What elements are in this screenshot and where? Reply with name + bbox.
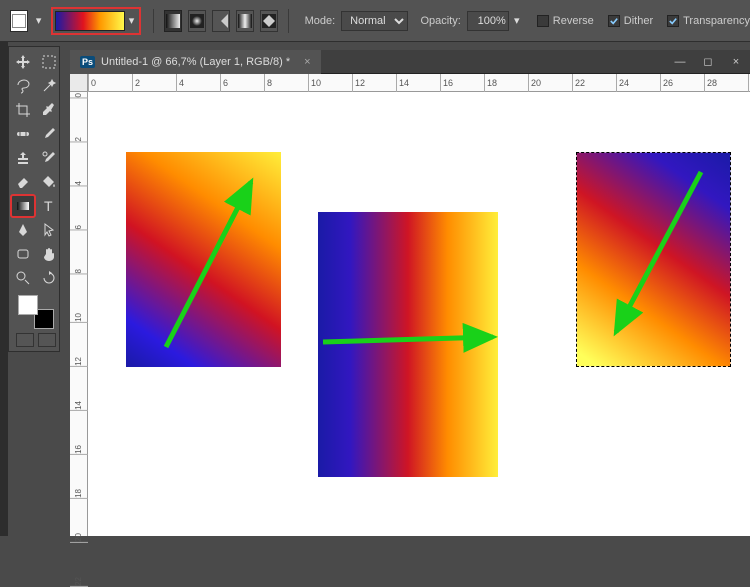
gradient-picker-chevron[interactable]: ▾ <box>125 11 137 31</box>
gradient-picker[interactable] <box>55 11 125 31</box>
ruler-tick: 10 <box>70 312 88 323</box>
divider <box>153 9 154 33</box>
ruler-tick: 26 <box>660 74 673 92</box>
document-canvas[interactable] <box>88 92 750 536</box>
ruler-tick: 12 <box>352 74 365 92</box>
type-tool[interactable]: T <box>37 195 61 217</box>
quickmask-toggle[interactable] <box>16 333 34 347</box>
ruler-tick: 14 <box>70 400 88 411</box>
close-tab-icon[interactable]: × <box>304 56 310 68</box>
pen-tool[interactable] <box>11 219 35 241</box>
opacity-label: Opacity: <box>420 15 460 27</box>
opacity-input[interactable] <box>467 11 509 31</box>
ruler-tick: 4 <box>70 180 88 186</box>
vertical-ruler[interactable]: 0246810121416182022 <box>70 92 88 536</box>
gradient-type-angle[interactable] <box>212 10 230 32</box>
ruler-tick: 18 <box>70 488 88 499</box>
dither-label: Dither <box>624 15 653 27</box>
tool-preset-button[interactable] <box>10 10 28 32</box>
hand-tool[interactable] <box>37 243 61 265</box>
gradient-tool[interactable] <box>11 195 35 217</box>
magic-wand-tool[interactable] <box>37 75 61 97</box>
ruler-tick: 22 <box>70 576 88 587</box>
eyedropper-tool[interactable] <box>37 99 61 121</box>
ruler-tick: 6 <box>70 224 88 230</box>
ruler-tick: 4 <box>176 74 184 92</box>
tool-preset-chevron[interactable]: ▾ <box>34 10 44 32</box>
rotate-view-tool[interactable] <box>37 267 61 289</box>
divider <box>288 9 289 33</box>
ruler-tick: 22 <box>572 74 585 92</box>
reverse-checkbox[interactable]: Reverse <box>537 15 594 27</box>
paint-bucket-tool[interactable] <box>37 171 61 193</box>
ruler-tick: 8 <box>264 74 272 92</box>
brush-tool[interactable] <box>37 123 61 145</box>
gradient-type-linear[interactable] <box>164 10 182 32</box>
document-tabbar: Ps Untitled-1 @ 66,7% (Layer 1, RGB/8) *… <box>70 50 750 74</box>
ruler-tick: 20 <box>528 74 541 92</box>
crop-tool[interactable] <box>11 99 35 121</box>
ruler-tick: 16 <box>440 74 453 92</box>
gradient-type-radial[interactable] <box>188 10 206 32</box>
rectangle-shape-tool[interactable] <box>11 243 35 265</box>
ruler-tick: 2 <box>132 74 140 92</box>
document-tab-title: Untitled-1 @ 66,7% (Layer 1, RGB/8) * <box>101 56 290 68</box>
ruler-tick: 14 <box>396 74 409 92</box>
transparency-checkbox[interactable]: Transparency <box>667 15 750 27</box>
transparency-label: Transparency <box>683 15 750 27</box>
document-window: Ps Untitled-1 @ 66,7% (Layer 1, RGB/8) *… <box>70 50 750 536</box>
reverse-label: Reverse <box>553 15 594 27</box>
gradient-sample-reverse-diagonal <box>576 152 731 367</box>
horizontal-ruler[interactable]: 024681012141618202224262830 <box>88 74 750 92</box>
gradient-type-reflected[interactable] <box>236 10 254 32</box>
history-brush-tool[interactable] <box>37 147 61 169</box>
ruler-tick: 20 <box>70 532 88 543</box>
ruler-tick: 16 <box>70 444 88 455</box>
opacity-chevron[interactable]: ▾ <box>511 10 523 32</box>
rect-marquee-tool[interactable] <box>37 51 61 73</box>
window-close-button[interactable]: × <box>722 50 750 74</box>
ruler-tick: 12 <box>70 356 88 367</box>
ps-badge-icon: Ps <box>80 56 95 68</box>
ruler-tick: 0 <box>70 92 88 98</box>
move-tool[interactable] <box>11 51 35 73</box>
left-gutter <box>0 42 8 536</box>
gradient-picker-highlight: ▾ <box>51 7 141 35</box>
window-minimize-button[interactable]: — <box>666 50 694 74</box>
screenmode-toggle[interactable] <box>38 333 56 347</box>
document-tab[interactable]: Ps Untitled-1 @ 66,7% (Layer 1, RGB/8) *… <box>70 50 321 74</box>
ruler-tick: 18 <box>484 74 497 92</box>
tools-panel: T <box>8 46 60 352</box>
dither-checkbox[interactable]: Dither <box>608 15 653 27</box>
ruler-tick: 2 <box>70 136 88 142</box>
gradient-sample-diagonal <box>126 152 281 367</box>
eraser-tool[interactable] <box>11 171 35 193</box>
lasso-tool[interactable] <box>11 75 35 97</box>
zoom-tool[interactable] <box>11 267 35 289</box>
color-swatch-control[interactable] <box>18 295 54 329</box>
gradient-sample-horizontal <box>318 212 498 477</box>
ruler-tick: 6 <box>220 74 228 92</box>
ruler-tick: 28 <box>704 74 717 92</box>
window-maximize-button[interactable]: ◻ <box>694 50 722 74</box>
foreground-color-swatch[interactable] <box>18 295 38 315</box>
ruler-tick: 24 <box>616 74 629 92</box>
ruler-origin[interactable] <box>70 74 88 92</box>
mode-label: Mode: <box>305 15 336 27</box>
ruler-tick: 8 <box>70 268 88 274</box>
direct-select-tool[interactable] <box>37 219 61 241</box>
svg-text:T: T <box>44 198 53 214</box>
ruler-tick: 0 <box>88 74 96 92</box>
options-bar: ▾ ▾ Mode: Normal Opacity: ▾ Reverse Dith… <box>0 0 750 42</box>
healing-brush-tool[interactable] <box>11 123 35 145</box>
ruler-tick: 10 <box>308 74 321 92</box>
blend-mode-select[interactable]: Normal <box>341 11 408 31</box>
gradient-type-diamond[interactable] <box>260 10 278 32</box>
clone-stamp-tool[interactable] <box>11 147 35 169</box>
